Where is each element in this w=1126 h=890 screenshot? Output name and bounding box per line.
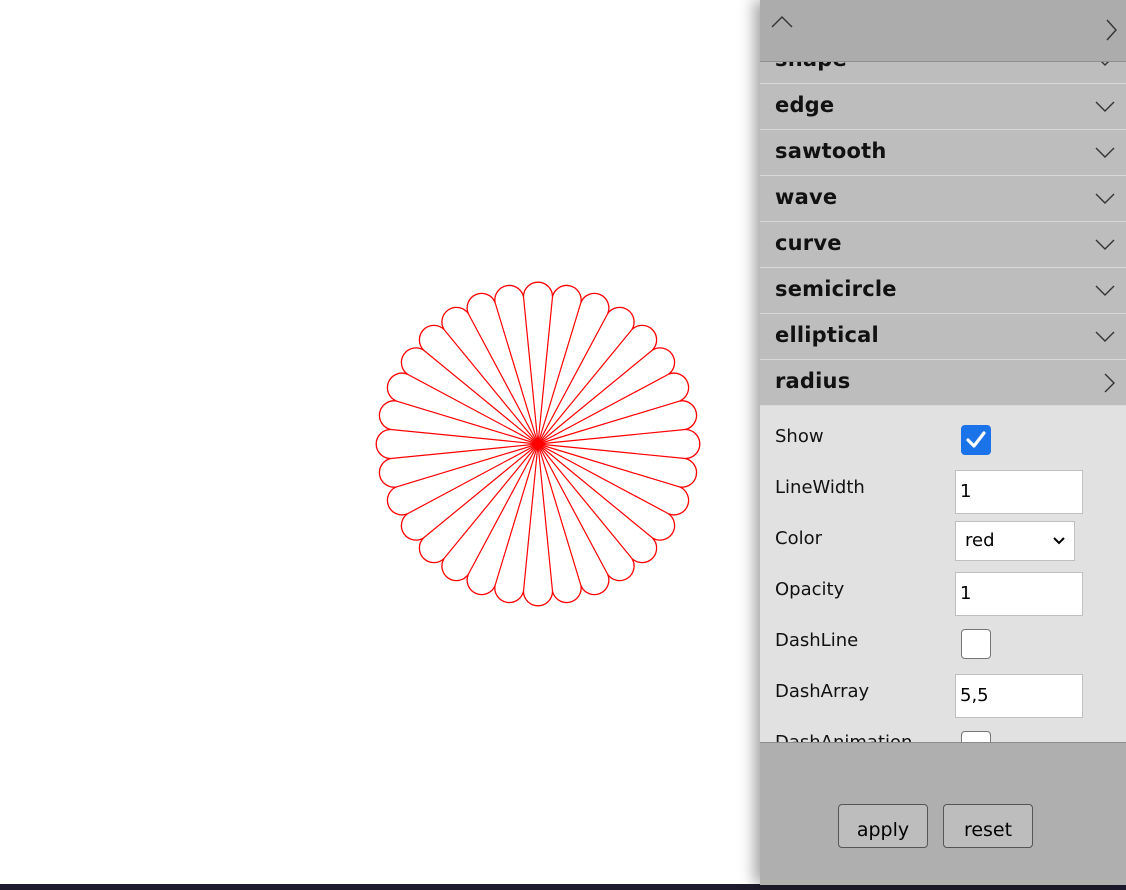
petal-arc xyxy=(580,292,610,314)
dasharray-input[interactable]: 5,5 xyxy=(955,674,1083,718)
radius-line xyxy=(423,349,539,445)
section-header-sawtooth[interactable]: sawtooth xyxy=(760,130,1126,176)
petal-arc xyxy=(378,400,397,431)
petal-arc xyxy=(418,324,445,351)
petal-arc xyxy=(494,284,525,303)
section-label: shape xyxy=(775,62,847,71)
opacity-input[interactable]: 1 xyxy=(955,572,1083,616)
petal-arc xyxy=(386,486,408,516)
petal-arc xyxy=(466,292,496,314)
petal-arc xyxy=(522,591,554,607)
section-label: sawtooth xyxy=(775,139,887,163)
prop-row-dasharray: DashArray 5,5 xyxy=(760,667,1126,718)
panel-toolbar xyxy=(760,0,1126,62)
dashanimation-checkbox[interactable] xyxy=(961,731,991,742)
petal-arc xyxy=(631,537,658,564)
chevron-right-icon xyxy=(1104,373,1115,393)
color-select[interactable]: red xyxy=(955,521,1075,561)
section-label: elliptical xyxy=(775,323,879,347)
petal-arc xyxy=(679,400,698,431)
section-label: edge xyxy=(775,93,835,117)
prop-row-opacity: Opacity 1 xyxy=(760,565,1126,616)
petal-arc xyxy=(631,324,658,351)
prop-row-dashanimation: DashAnimation xyxy=(760,718,1126,742)
reset-button[interactable]: reset xyxy=(943,804,1033,848)
petal-arc xyxy=(378,457,397,488)
radius-line xyxy=(443,329,539,445)
show-checkbox[interactable] xyxy=(961,425,991,455)
section-label: curve xyxy=(775,231,842,255)
section-header-curve[interactable]: curve xyxy=(760,222,1126,268)
chevron-down-icon xyxy=(1101,62,1109,66)
section-header-edge[interactable]: edge xyxy=(760,84,1126,130)
opacity-label: Opacity xyxy=(775,579,845,600)
panel-footer: apply reset xyxy=(760,742,1126,885)
show-label: Show xyxy=(775,426,824,447)
petal-arc xyxy=(685,428,701,460)
petal-arc xyxy=(441,558,469,582)
prop-row-show: Show xyxy=(760,412,1126,463)
petal-arc xyxy=(551,585,582,604)
petal-arc xyxy=(400,347,424,375)
dashline-checkbox[interactable] xyxy=(961,629,991,659)
section-list: shape edge sawtooth wave curve semicircl… xyxy=(760,62,1126,742)
petal-arc xyxy=(466,574,496,596)
petal-arc xyxy=(522,281,554,297)
section-header-wave[interactable]: wave xyxy=(760,176,1126,222)
petal-arc xyxy=(418,537,445,564)
chevron-down-icon xyxy=(1095,101,1115,112)
prop-row-dashline: DashLine xyxy=(760,616,1126,667)
petal-arc xyxy=(441,306,469,330)
petal-arc xyxy=(652,347,676,375)
petal-arc xyxy=(668,486,690,516)
dashanimation-label: DashAnimation xyxy=(775,732,912,742)
petal-arc xyxy=(400,513,424,541)
chevron-down-icon xyxy=(1095,285,1115,296)
chevron-up-icon[interactable] xyxy=(770,14,794,30)
apply-button[interactable]: apply xyxy=(838,804,928,848)
color-select-value: red xyxy=(965,530,995,551)
chevron-down-icon xyxy=(1095,147,1115,158)
radius-line xyxy=(537,443,633,559)
linewidth-label: LineWidth xyxy=(775,477,865,498)
radius-line xyxy=(443,443,539,559)
dasharray-label: DashArray xyxy=(775,681,870,702)
settings-panel: shape edge sawtooth wave curve semicircl… xyxy=(760,0,1126,885)
chevron-down-icon xyxy=(1095,193,1115,204)
petal-arc xyxy=(386,372,408,402)
prop-row-linewidth: LineWidth 1 xyxy=(760,463,1126,514)
petal-arc xyxy=(652,513,676,541)
section-header-elliptical[interactable]: elliptical xyxy=(760,314,1126,360)
radius-line xyxy=(423,443,539,539)
flower-figure xyxy=(375,281,701,607)
petal-arc xyxy=(580,574,610,596)
petal-arc xyxy=(551,284,582,303)
section-header-radius[interactable]: radius xyxy=(760,360,1126,406)
petal-arc xyxy=(375,428,391,460)
section-label: wave xyxy=(775,185,838,209)
checkmark-icon xyxy=(966,431,986,448)
radius-line xyxy=(537,349,653,445)
petal-arc xyxy=(607,558,635,582)
chevron-down-icon xyxy=(1095,239,1115,250)
section-header-shape[interactable]: shape xyxy=(760,62,1126,84)
chevron-right-icon[interactable] xyxy=(1104,18,1118,42)
radius-line xyxy=(537,443,653,539)
dashline-label: DashLine xyxy=(775,630,859,651)
section-label: semicircle xyxy=(775,277,897,301)
chevron-down-icon xyxy=(1053,537,1065,545)
linewidth-input[interactable]: 1 xyxy=(955,470,1083,514)
radius-line xyxy=(537,329,633,445)
color-label: Color xyxy=(775,528,822,549)
radius-section-body: Show LineWidth 1 Color red Opacity 1 Das… xyxy=(760,406,1126,742)
section-header-semicircle[interactable]: semicircle xyxy=(760,268,1126,314)
petal-arc xyxy=(607,306,635,330)
drawing-canvas xyxy=(0,0,760,884)
petal-arc xyxy=(668,372,690,402)
section-label: radius xyxy=(775,369,851,393)
petal-arc xyxy=(679,457,698,488)
petal-arc xyxy=(494,585,525,604)
chevron-down-icon xyxy=(1095,331,1115,342)
prop-row-color: Color red xyxy=(760,514,1126,565)
